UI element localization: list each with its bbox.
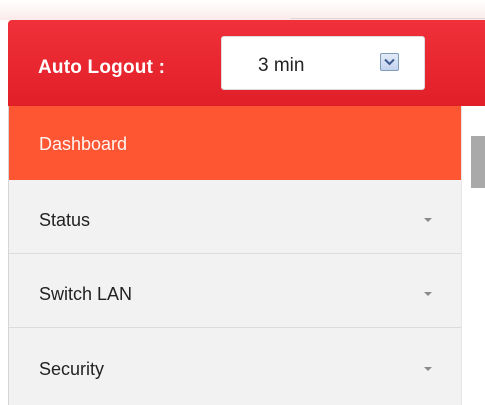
sidebar-item-switch-lan[interactable]: Switch LAN <box>9 254 461 328</box>
sidebar-item-security[interactable]: Security <box>9 328 461 405</box>
top-background <box>0 0 485 20</box>
sidebar-item-label: Dashboard <box>39 134 128 154</box>
chevron-down-icon[interactable] <box>380 53 399 71</box>
sidebar-item-status[interactable]: Status <box>9 180 461 254</box>
auto-logout-value: 3 min <box>258 55 305 76</box>
caret-down-icon <box>424 367 432 371</box>
sidebar-menu: Dashboard Status Switch LAN Security <box>8 106 461 405</box>
caret-down-icon <box>424 218 432 222</box>
auto-logout-select[interactable]: 3 min <box>221 36 425 90</box>
caret-down-icon <box>424 292 432 296</box>
auto-logout-label: Auto Logout : <box>38 57 166 78</box>
header-bar: Auto Logout : 3 min <box>8 20 485 106</box>
content-scroll-handle[interactable] <box>471 136 485 188</box>
sidebar-item-label: Status <box>39 210 91 230</box>
sidebar-item-label: Security <box>39 359 105 379</box>
sidebar-item-dashboard[interactable]: Dashboard <box>9 106 461 180</box>
sidebar-item-label: Switch LAN <box>39 284 133 304</box>
top-divider <box>290 18 485 19</box>
